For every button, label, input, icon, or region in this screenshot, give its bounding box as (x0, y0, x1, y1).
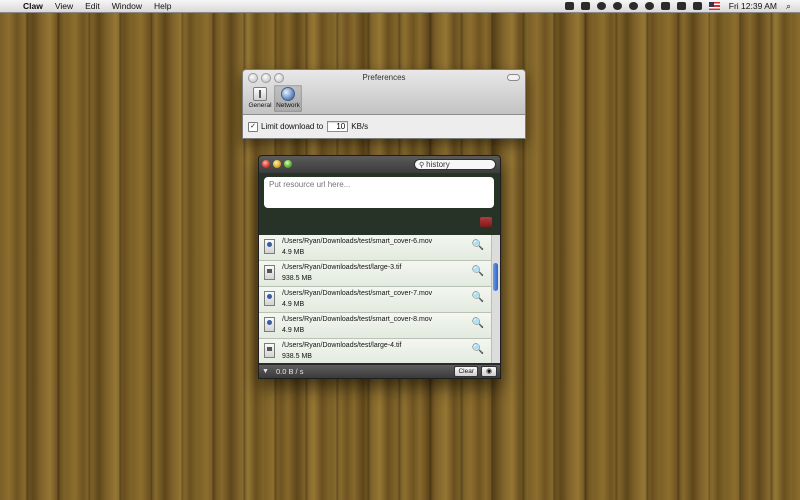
reveal-in-finder-icon[interactable]: 🔍 (472, 266, 484, 277)
cloud-icon[interactable] (596, 2, 606, 10)
eye-icon[interactable]: ◉ (481, 366, 497, 377)
rate-limit-input[interactable] (327, 121, 349, 132)
reveal-in-finder-icon[interactable]: 🔍 (472, 344, 484, 355)
movie-file-icon (264, 239, 275, 254)
list-scrollbar[interactable] (491, 235, 500, 363)
preferences-titlebar[interactable]: Preferences General Network (243, 70, 525, 115)
sync-icon[interactable] (612, 2, 622, 10)
menubar-clock[interactable]: Fri 12:39 AM (729, 1, 777, 11)
menu-view[interactable]: View (55, 1, 73, 11)
url-entry-area (259, 173, 500, 235)
claw-titlebar[interactable]: ⚲ (259, 156, 500, 173)
reveal-in-finder-icon[interactable]: 🔍 (472, 292, 484, 303)
reveal-in-finder-icon[interactable]: 🔍 (472, 318, 484, 329)
minimize-button[interactable] (273, 160, 281, 168)
file-size: 4.9 MB (282, 301, 305, 308)
preferences-window: Preferences General Network ✓ Limit down… (242, 69, 526, 139)
list-item[interactable]: /Users/Ryan/Downloads/test/smart_cover-6… (259, 235, 492, 261)
flag-icon[interactable] (708, 2, 720, 10)
file-path: /Users/Ryan/Downloads/test/large-4.tif (282, 342, 402, 349)
tab-general[interactable]: General (246, 85, 274, 112)
screen-icon[interactable] (660, 2, 670, 10)
download-list: /Users/Ryan/Downloads/test/smart_cover-6… (259, 235, 492, 363)
evernote-icon[interactable] (580, 2, 590, 10)
tab-general-label: General (248, 102, 272, 109)
list-item[interactable]: /Users/Ryan/Downloads/test/smart_cover-7… (259, 287, 492, 313)
claw-window: ⚲ /Users/Ryan/Downloads/test/smart_cover… (258, 155, 501, 379)
network-icon (281, 87, 295, 101)
clear-button[interactable]: Clear (454, 366, 478, 377)
file-size: 938.5 MB (282, 275, 312, 282)
list-item[interactable]: /Users/Ryan/Downloads/test/smart_cover-8… (259, 313, 492, 339)
movie-file-icon (264, 291, 275, 306)
claw-status-bar: ▼ 0.0 B / s Clear ◉ (259, 365, 500, 378)
movie-file-icon (264, 317, 275, 332)
close-button[interactable] (262, 160, 270, 168)
file-size: 4.9 MB (282, 327, 305, 334)
scrollbar-thumb[interactable] (493, 263, 498, 291)
file-size: 938.5 MB (282, 353, 312, 360)
volume-icon[interactable] (692, 2, 702, 10)
wifi-icon[interactable] (628, 2, 638, 10)
list-item[interactable]: /Users/Ryan/Downloads/test/large-3.tif 9… (259, 261, 492, 287)
rate-unit-label: KB/s (351, 122, 369, 131)
image-file-icon (264, 265, 275, 280)
zoom-button[interactable] (284, 160, 292, 168)
file-path: /Users/Ryan/Downloads/test/smart_cover-8… (282, 316, 433, 323)
tab-network-label: Network (276, 102, 300, 109)
menu-window[interactable]: Window (112, 1, 142, 11)
file-size: 4.9 MB (282, 249, 305, 256)
history-search-input[interactable] (426, 160, 487, 169)
collapse-toggle-icon[interactable]: ▼ (262, 368, 269, 375)
history-search-field[interactable]: ⚲ (414, 159, 496, 170)
menu-app-name[interactable]: Claw (23, 1, 43, 11)
limit-download-label: Limit download to (261, 122, 324, 131)
spotlight-icon[interactable]: ⌕ (786, 1, 791, 12)
file-path: /Users/Ryan/Downloads/test/large-3.tif (282, 264, 402, 271)
limit-download-checkbox[interactable]: ✓ (248, 121, 258, 132)
dropbox-icon[interactable] (564, 2, 574, 10)
time-machine-icon[interactable] (644, 2, 654, 10)
download-speed: 0.0 B / s (275, 367, 304, 376)
search-icon: ⚲ (419, 161, 425, 169)
bluetooth-icon[interactable] (676, 2, 686, 10)
preferences-content: ✓ Limit download to KB/s (243, 115, 525, 138)
preferences-toolbar: General Network (246, 85, 302, 112)
image-file-icon (264, 343, 275, 358)
tab-network[interactable]: Network (274, 85, 302, 112)
list-item[interactable]: /Users/Ryan/Downloads/test/large-4.tif 9… (259, 339, 492, 363)
file-path: /Users/Ryan/Downloads/test/smart_cover-6… (282, 238, 433, 245)
download-button[interactable] (480, 217, 492, 227)
reveal-in-finder-icon[interactable]: 🔍 (472, 240, 484, 251)
menu-edit[interactable]: Edit (85, 1, 100, 11)
claw-window-controls (262, 160, 292, 168)
resource-url-input[interactable] (264, 177, 494, 208)
menu-bar: Claw View Edit Window Help Fri 12:39 AM … (0, 0, 800, 13)
file-path: /Users/Ryan/Downloads/test/smart_cover-7… (282, 290, 433, 297)
general-icon (253, 87, 267, 101)
preferences-title: Preferences (362, 73, 406, 82)
toolbar-toggle-button[interactable] (507, 74, 520, 81)
menu-help[interactable]: Help (154, 1, 171, 11)
